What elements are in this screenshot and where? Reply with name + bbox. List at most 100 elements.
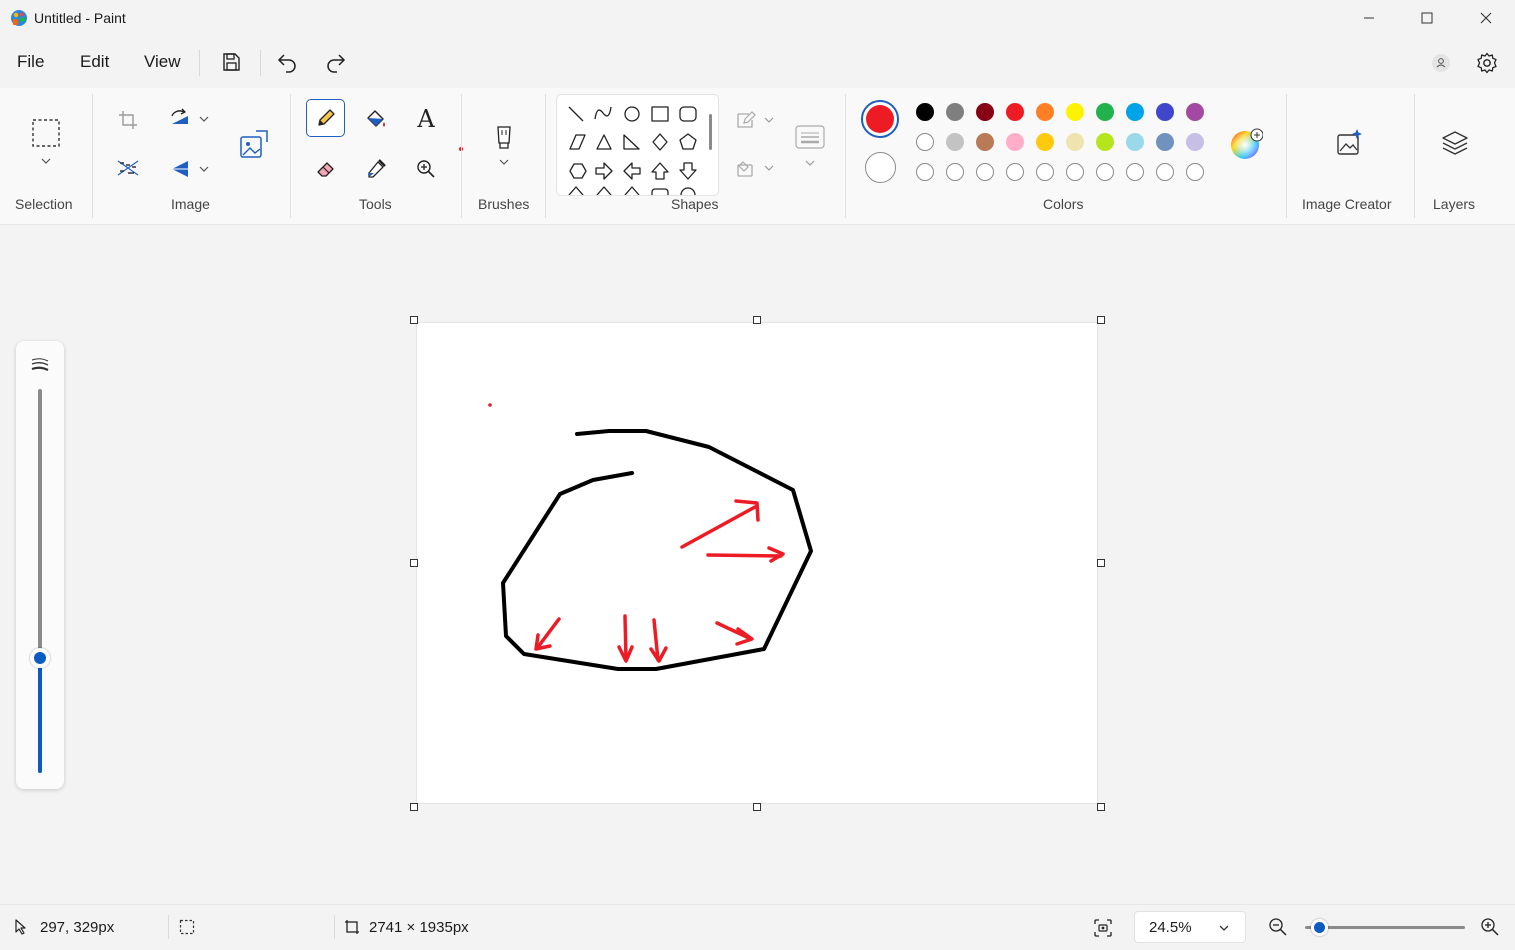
color-swatch[interactable] [916,133,934,151]
zoom-out-button[interactable] [1266,915,1290,939]
pointer-icon [15,919,26,935]
zoom-slider-thumb[interactable] [1311,919,1329,936]
color-swatch[interactable] [1126,103,1144,121]
image-creator-button[interactable] [1332,126,1366,160]
resize-handle-top-left[interactable] [410,316,418,324]
text-icon: A [417,105,435,133]
color-swatch[interactable] [1066,163,1084,181]
brush-size-slider-thumb[interactable] [30,647,50,668]
color-swatch[interactable] [916,163,934,181]
color-picker-tool-button[interactable] [361,154,391,184]
remove-background-button[interactable] [114,154,142,182]
color-swatch[interactable] [1036,133,1054,151]
shape-fill-button[interactable] [730,154,780,182]
drawing-canvas[interactable] [417,323,1097,803]
menu-edit[interactable]: Edit [80,52,109,72]
minimize-icon [1364,17,1374,19]
color-swatch[interactable] [946,163,964,181]
color-swatch[interactable] [1156,163,1174,181]
color-swatch[interactable] [1006,103,1024,121]
zoom-in-button[interactable] [1478,915,1502,939]
brush-size-slider-fill [38,657,42,773]
resize-handle-left[interactable] [410,559,418,567]
shapes-gallery[interactable] [556,94,719,196]
shapes-scrollbar[interactable] [709,114,712,150]
color-swatch[interactable] [1156,133,1174,151]
magnifier-tool-button[interactable] [411,154,441,184]
eyedropper-icon [368,159,386,178]
fit-screen-icon [1094,919,1112,937]
color-swatch[interactable] [1066,133,1084,151]
color-swatch[interactable] [1186,163,1204,181]
save-button[interactable] [217,48,245,76]
color-swatch[interactable] [946,133,964,151]
crop-button[interactable] [114,106,142,134]
zoom-level-dropdown[interactable]: 24.5% [1134,911,1246,943]
brush-icon [497,126,511,149]
color-swatch[interactable] [1096,103,1114,121]
resize-handle-bottom-left[interactable] [410,803,418,811]
chevron-down-icon [805,160,815,166]
color-swatch[interactable] [976,163,994,181]
color-swatch[interactable] [976,133,994,151]
primary-color-button[interactable] [861,100,899,138]
color-swatch[interactable] [1186,103,1204,121]
resize-handle-top-right[interactable] [1097,316,1105,324]
color-swatch[interactable] [1126,163,1144,181]
selection-tool-button[interactable] [26,112,66,172]
edit-colors-button[interactable] [1228,126,1264,162]
group-label-image-creator: Image Creator [1302,196,1392,212]
text-tool-button[interactable]: A [411,104,441,134]
menu-bar: File Edit View [0,38,1515,88]
resize-button[interactable] [236,126,272,162]
color-swatch[interactable] [946,103,964,121]
shape-size-button[interactable] [792,118,828,174]
close-button[interactable] [1457,0,1515,36]
color-swatch[interactable] [1066,103,1084,121]
brush-size-slider-track[interactable] [30,389,50,773]
color-swatch[interactable] [1156,103,1174,121]
account-avatar[interactable] [1430,52,1452,74]
menu-divider [199,50,200,76]
color-swatch[interactable] [1006,163,1024,181]
menu-file[interactable]: File [17,52,44,72]
fill-tool-button[interactable] [361,104,391,134]
undo-button[interactable] [273,48,301,76]
brushes-button[interactable] [488,114,520,174]
maximize-button[interactable] [1398,0,1456,36]
status-divider [168,915,169,939]
color-swatch[interactable] [1126,133,1144,151]
color-swatch[interactable] [1036,163,1054,181]
resize-handle-bottom[interactable] [753,803,761,811]
eraser-tool-button[interactable] [311,154,341,184]
resize-handle-right[interactable] [1097,559,1105,567]
color-swatch[interactable] [1186,133,1204,151]
color-swatch[interactable] [1096,163,1114,181]
gear-icon [1477,52,1497,74]
maximize-icon [1421,12,1433,24]
status-bar: 297, 329px 2741 × 1935px 24.5% [0,904,1515,950]
color-swatch[interactable] [1036,103,1054,121]
fit-to-window-button[interactable] [1090,915,1116,941]
color-swatch[interactable] [976,103,994,121]
layers-button[interactable] [1438,126,1472,160]
settings-button[interactable] [1473,49,1501,77]
minimize-button[interactable] [1340,0,1398,36]
secondary-color-button[interactable] [865,152,896,183]
zoom-slider-track[interactable] [1305,919,1465,936]
color-swatch[interactable] [1006,133,1024,151]
redo-button[interactable] [322,48,350,76]
flip-button[interactable] [164,154,214,184]
pencil-tool-button[interactable] [306,99,345,137]
shape-outline-button[interactable] [730,106,780,134]
menu-view[interactable]: View [144,52,181,72]
chevron-down-icon [764,165,774,171]
rotate-button[interactable] [164,104,214,134]
resize-handle-bottom-right[interactable] [1097,803,1105,811]
color-swatch[interactable] [916,103,934,121]
redo-icon [327,54,346,73]
shapes-icon [568,106,697,195]
color-swatch[interactable] [1096,133,1114,151]
resize-handle-top[interactable] [753,316,761,324]
ribbon-divider [461,94,462,218]
